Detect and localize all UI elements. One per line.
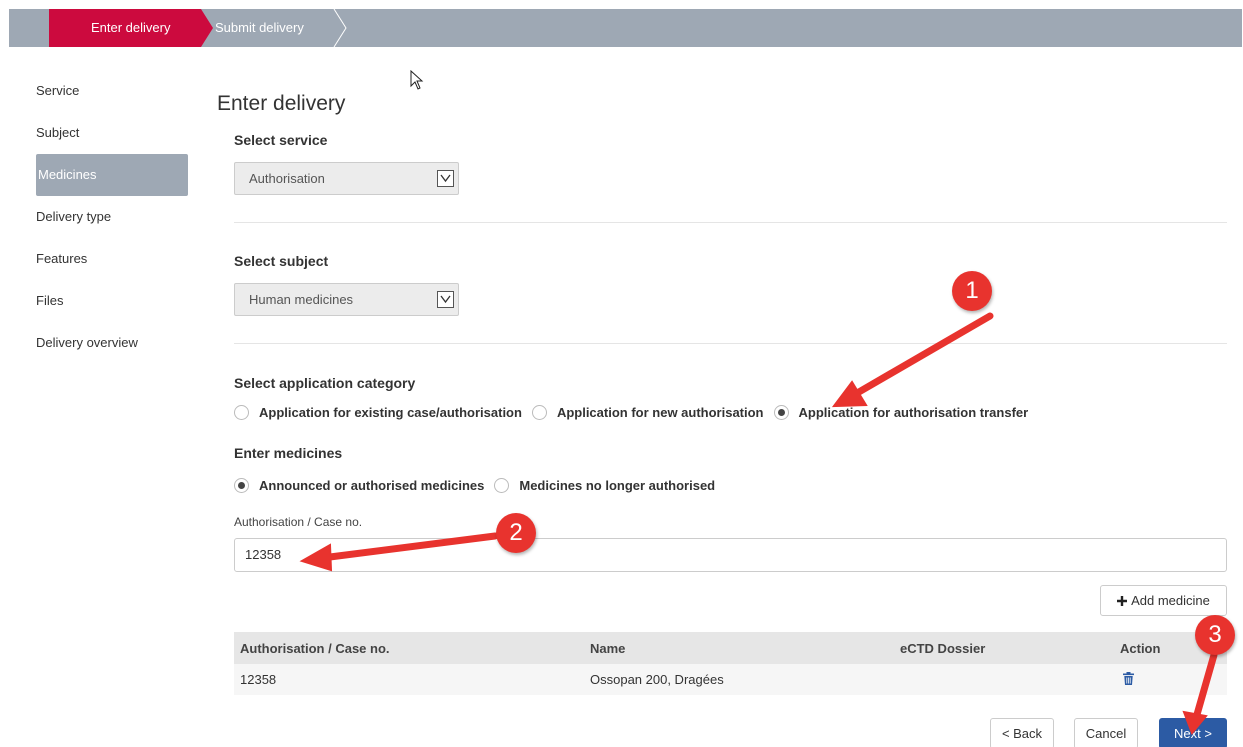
step-submit-delivery[interactable]: Submit delivery <box>205 9 350 47</box>
radio-label: Application for new authorisation <box>556 405 764 420</box>
page-title: Enter delivery <box>217 92 346 115</box>
sidebar-item-delivery-type[interactable]: Delivery type <box>36 196 188 238</box>
divider <box>234 222 1227 223</box>
back-button[interactable]: < Back <box>990 718 1054 747</box>
divider <box>234 343 1227 344</box>
case-no-input[interactable]: 12358 <box>234 538 1227 572</box>
next-button[interactable]: Next > <box>1159 718 1227 747</box>
select-subject-label: Select subject <box>234 253 329 269</box>
chevron-down-icon <box>437 170 454 187</box>
category-option-existing[interactable]: Application for existing case/authorisat… <box>234 405 522 420</box>
medicines-option-no-longer-authorised[interactable]: Medicines no longer authorised <box>494 478 715 493</box>
case-no-label: Authorisation / Case no. <box>234 515 363 529</box>
radio-button[interactable] <box>234 405 249 420</box>
category-option-new[interactable]: Application for new authorisation <box>531 405 764 420</box>
table-header: Authorisation / Case no. Name eCTD Dossi… <box>234 632 1227 664</box>
radio-label: Application for existing case/authorisat… <box>259 405 522 420</box>
chevron-right-icon <box>333 9 347 47</box>
sidebar-nav: Service Subject Medicines Delivery type … <box>36 70 188 364</box>
category-option-transfer[interactable]: Application for authorisation transfer <box>773 405 1029 420</box>
sidebar-item-medicines[interactable]: Medicines <box>36 154 188 196</box>
table-cell <box>1120 671 1227 688</box>
service-select[interactable]: Authorisation <box>234 162 459 195</box>
column-header: eCTD Dossier <box>900 640 986 656</box>
medicines-table: Authorisation / Case no. Name eCTD Dossi… <box>234 632 1227 695</box>
radio-button[interactable] <box>494 478 510 493</box>
sidebar-item-subject[interactable]: Subject <box>36 112 188 154</box>
progress-bar: Enter delivery Submit delivery <box>9 9 1242 47</box>
radio-label: Announced or authorised medicines <box>259 478 485 493</box>
cancel-button[interactable]: Cancel <box>1074 718 1138 747</box>
radio-label: Medicines no longer authorised <box>519 478 716 493</box>
step-label: Enter delivery <box>91 20 171 35</box>
annotation-badge-2: 2 <box>496 513 536 553</box>
add-medicine-button[interactable]: Add medicine <box>1100 585 1227 616</box>
radio-label: Application for authorisation transfer <box>798 405 1029 420</box>
chevron-down-icon <box>437 291 454 308</box>
sidebar-item-delivery-overview[interactable]: Delivery overview <box>36 322 188 364</box>
column-header: Name <box>590 640 626 656</box>
medicines-radio-group: Announced or authorised medicines Medici… <box>234 478 725 493</box>
annotation-badge-1: 1 <box>952 271 992 311</box>
step-enter-delivery[interactable]: Enter delivery <box>49 9 213 47</box>
plus-icon <box>1117 596 1128 606</box>
table-row: 12358 Ossopan 200, Dragées <box>234 664 1227 695</box>
service-select-value: Authorisation <box>249 171 325 186</box>
medicines-option-authorised[interactable]: Announced or authorised medicines <box>234 478 484 493</box>
sidebar-item-features[interactable]: Features <box>36 238 188 280</box>
table-cell: Ossopan 200, Dragées <box>590 672 724 687</box>
add-medicine-label: Add medicine <box>1131 593 1210 608</box>
annotation-badge-3: 3 <box>1195 615 1235 655</box>
sidebar-item-files[interactable]: Files <box>36 280 188 322</box>
subject-select-value: Human medicines <box>249 292 354 307</box>
radio-button[interactable] <box>531 405 547 420</box>
mouse-cursor-icon <box>410 70 424 90</box>
table-cell: 12358 <box>240 672 277 687</box>
category-radio-group: Application for existing case/authorisat… <box>234 405 1038 420</box>
select-category-label: Select application category <box>234 375 416 391</box>
select-service-label: Select service <box>234 132 328 148</box>
step-label: Submit delivery <box>215 20 304 35</box>
subject-select[interactable]: Human medicines <box>234 283 459 316</box>
radio-button[interactable] <box>234 478 249 493</box>
sidebar-item-service[interactable]: Service <box>36 70 188 112</box>
enter-medicines-label: Enter medicines <box>234 445 343 461</box>
trash-icon[interactable] <box>1123 671 1134 685</box>
column-header: Authorisation / Case no. <box>240 640 390 656</box>
radio-button[interactable] <box>773 405 789 420</box>
